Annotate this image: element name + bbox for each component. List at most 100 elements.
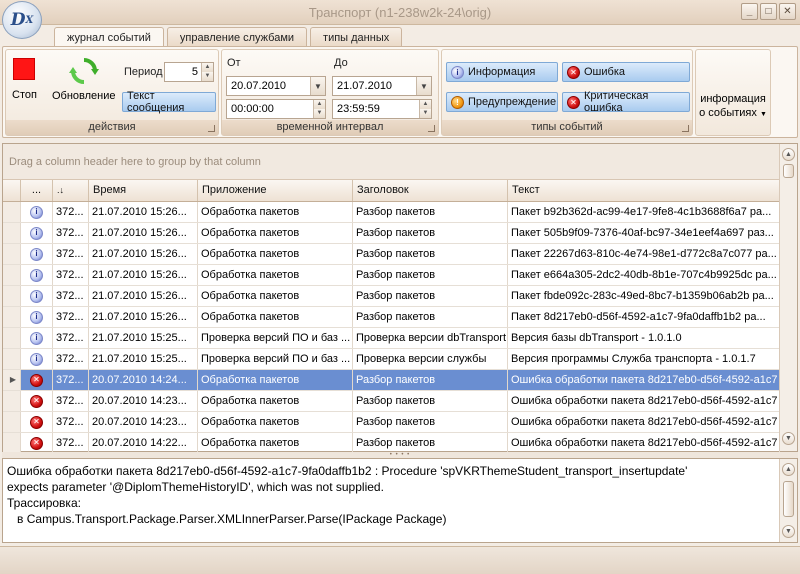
spin-up-icon[interactable]: ▲ [314,100,325,109]
close-button[interactable]: ✕ [779,3,796,20]
table-row[interactable]: i 372... 21.07.2010 15:26... Обработка паке… [3,307,780,328]
info-icon: i [30,289,43,303]
period-stepper[interactable]: 5 ▲ ▼ [164,62,214,82]
message-text-button[interactable]: Текст сообщения [122,90,216,114]
refresh-button[interactable]: Обновление [52,54,116,102]
header-title[interactable]: Заголовок [353,180,508,201]
table-row[interactable]: ✕ 372... 20.07.2010 14:22... Обработка паке… [3,433,780,454]
table-row[interactable]: i 372... 21.07.2010 15:25... Проверка верси… [3,328,780,349]
table-row[interactable]: i 372... 21.07.2010 15:26... Обработка паке… [3,202,780,223]
row-indicator [3,307,21,327]
tab-service-management[interactable]: управление службами [166,27,308,47]
table-row[interactable]: i 372... 21.07.2010 15:26... Обработка паке… [3,265,780,286]
app-logo[interactable]: DX [2,1,42,39]
cell-text: Ошибка обработки пакета 8d217eb0-d56f-45… [508,412,780,432]
actions-launcher-icon[interactable] [208,125,215,132]
row-indicator: ▶ [3,370,21,390]
cell-time: 21.07.2010 15:25... [89,349,198,369]
header-id[interactable]: .↓ [53,180,89,201]
cell-time: 21.07.2010 15:26... [89,244,198,264]
header-text[interactable]: Текст [508,180,780,201]
spin-up-icon[interactable]: ▲ [420,100,431,109]
filter-error-button[interactable]: ✕ Ошибка [562,62,690,82]
scroll-thumb[interactable] [783,164,794,178]
error-icon: ✕ [30,415,43,429]
table-row[interactable]: ✕ 372... 20.07.2010 14:23... Обработка паке… [3,412,780,433]
header-icon-col[interactable]: ... [21,180,53,201]
maximize-button[interactable]: □ [760,3,777,20]
group-by-panel[interactable]: Drag a column header here to group by th… [3,144,780,180]
spin-down-icon[interactable]: ▼ [314,109,325,118]
event-info-text: информация о событиях ▼ [696,92,770,122]
scroll-down-icon[interactable]: ▼ [782,525,795,538]
row-indicator [3,202,21,222]
event-types-launcher-icon[interactable] [682,125,689,132]
table-row[interactable]: i 372... 21.07.2010 15:25... Проверка верси… [3,349,780,370]
spin-down-icon[interactable]: ▼ [420,109,431,118]
from-time-arrows[interactable]: ▲ ▼ [313,100,325,118]
cell-id: 372... [53,328,89,348]
header-application[interactable]: Приложение [198,180,353,201]
row-type-cell: ✕ [21,370,53,390]
stop-button[interactable]: Стоп [12,58,37,101]
filter-info-button[interactable]: i Информация [446,62,558,82]
header-indicator [3,180,21,201]
cell-id: 372... [53,349,89,369]
minimize-button[interactable]: _ [741,3,758,20]
to-date-value: 21.07.2010 [337,80,393,92]
filter-critical-button[interactable]: ✕ Критическая ошибка [562,90,690,114]
detail-panel[interactable]: Ошибка обработки пакета 8d217eb0-d56f-45… [2,458,798,543]
spin-down-icon[interactable]: ▼ [202,72,213,81]
window-controls: _ □ ✕ [741,3,796,20]
period-value: 5 [191,66,198,78]
message-text-label: Текст сообщения [127,90,185,114]
scroll-thumb[interactable] [783,481,794,517]
tab-data-types[interactable]: типы данных [310,27,403,47]
cell-id: 372... [53,244,89,264]
scroll-up-icon[interactable]: ▲ [782,148,795,161]
from-label: От [227,57,241,69]
group-label-time-interval: временной интервал [222,120,438,135]
cell-id: 372... [53,265,89,285]
period-arrows[interactable]: ▲ ▼ [201,63,213,81]
row-type-cell: ✕ [21,433,53,453]
chevron-down-icon[interactable]: ▼ [416,77,431,95]
sort-desc-icon: .↓ [57,185,65,195]
table-row[interactable]: i 372... 21.07.2010 15:26... Обработка паке… [3,223,780,244]
error-icon: ✕ [30,394,43,408]
table-row[interactable]: ▶ ✕ 372... 20.07.2010 14:24... Обработка пак… [3,370,780,391]
header-time[interactable]: Время [89,180,198,201]
chevron-down-icon[interactable]: ▼ [310,77,325,95]
cell-title: Разбор пакетов [353,244,508,264]
cell-id: 372... [53,223,89,243]
spin-up-icon[interactable]: ▲ [202,63,213,72]
from-time-input[interactable]: 00:00:00 ▲ ▼ [226,99,326,119]
detail-scrollbar[interactable]: ▲ ▼ [779,459,797,542]
table-row[interactable]: i 372... 21.07.2010 15:26... Обработка паке… [3,286,780,307]
scroll-up-icon[interactable]: ▲ [782,463,795,476]
to-time-arrows[interactable]: ▲ ▼ [419,100,431,118]
cell-text: Пакет e664a305-2dc2-40db-8b1e-707c4b9925… [508,265,780,285]
table-row[interactable]: ✕ 372... 20.07.2010 14:23... Обработка паке… [3,391,780,412]
event-info-line2-text: о событиях [699,107,757,119]
row-indicator [3,391,21,411]
to-date-picker[interactable]: 21.07.2010 ▼ [332,76,432,96]
from-date-picker[interactable]: 20.07.2010 ▼ [226,76,326,96]
scroll-down-icon[interactable]: ▼ [782,432,795,445]
cell-title: Разбор пакетов [353,307,508,327]
detail-text[interactable]: Ошибка обработки пакета 8d217eb0-d56f-45… [7,463,775,527]
filter-warning-label: Предупреждение [468,96,557,108]
filter-error-label: Ошибка [584,66,625,78]
filter-warning-button[interactable]: ! Предупреждение [446,92,558,112]
row-type-cell: i [21,349,53,369]
cell-time: 20.07.2010 14:23... [89,412,198,432]
grid-scrollbar[interactable]: ▲ ▼ [779,144,797,451]
cell-time: 21.07.2010 15:25... [89,328,198,348]
from-date-value: 20.07.2010 [231,80,287,92]
table-row[interactable]: i 372... 21.07.2010 15:26... Обработка паке… [3,244,780,265]
cell-time: 20.07.2010 14:24... [89,370,198,390]
event-info-dropdown[interactable]: информация о событиях ▼ [695,49,771,136]
time-interval-launcher-icon[interactable] [428,125,435,132]
tab-event-log[interactable]: журнал событий [54,27,164,48]
to-time-input[interactable]: 23:59:59 ▲ ▼ [332,99,432,119]
